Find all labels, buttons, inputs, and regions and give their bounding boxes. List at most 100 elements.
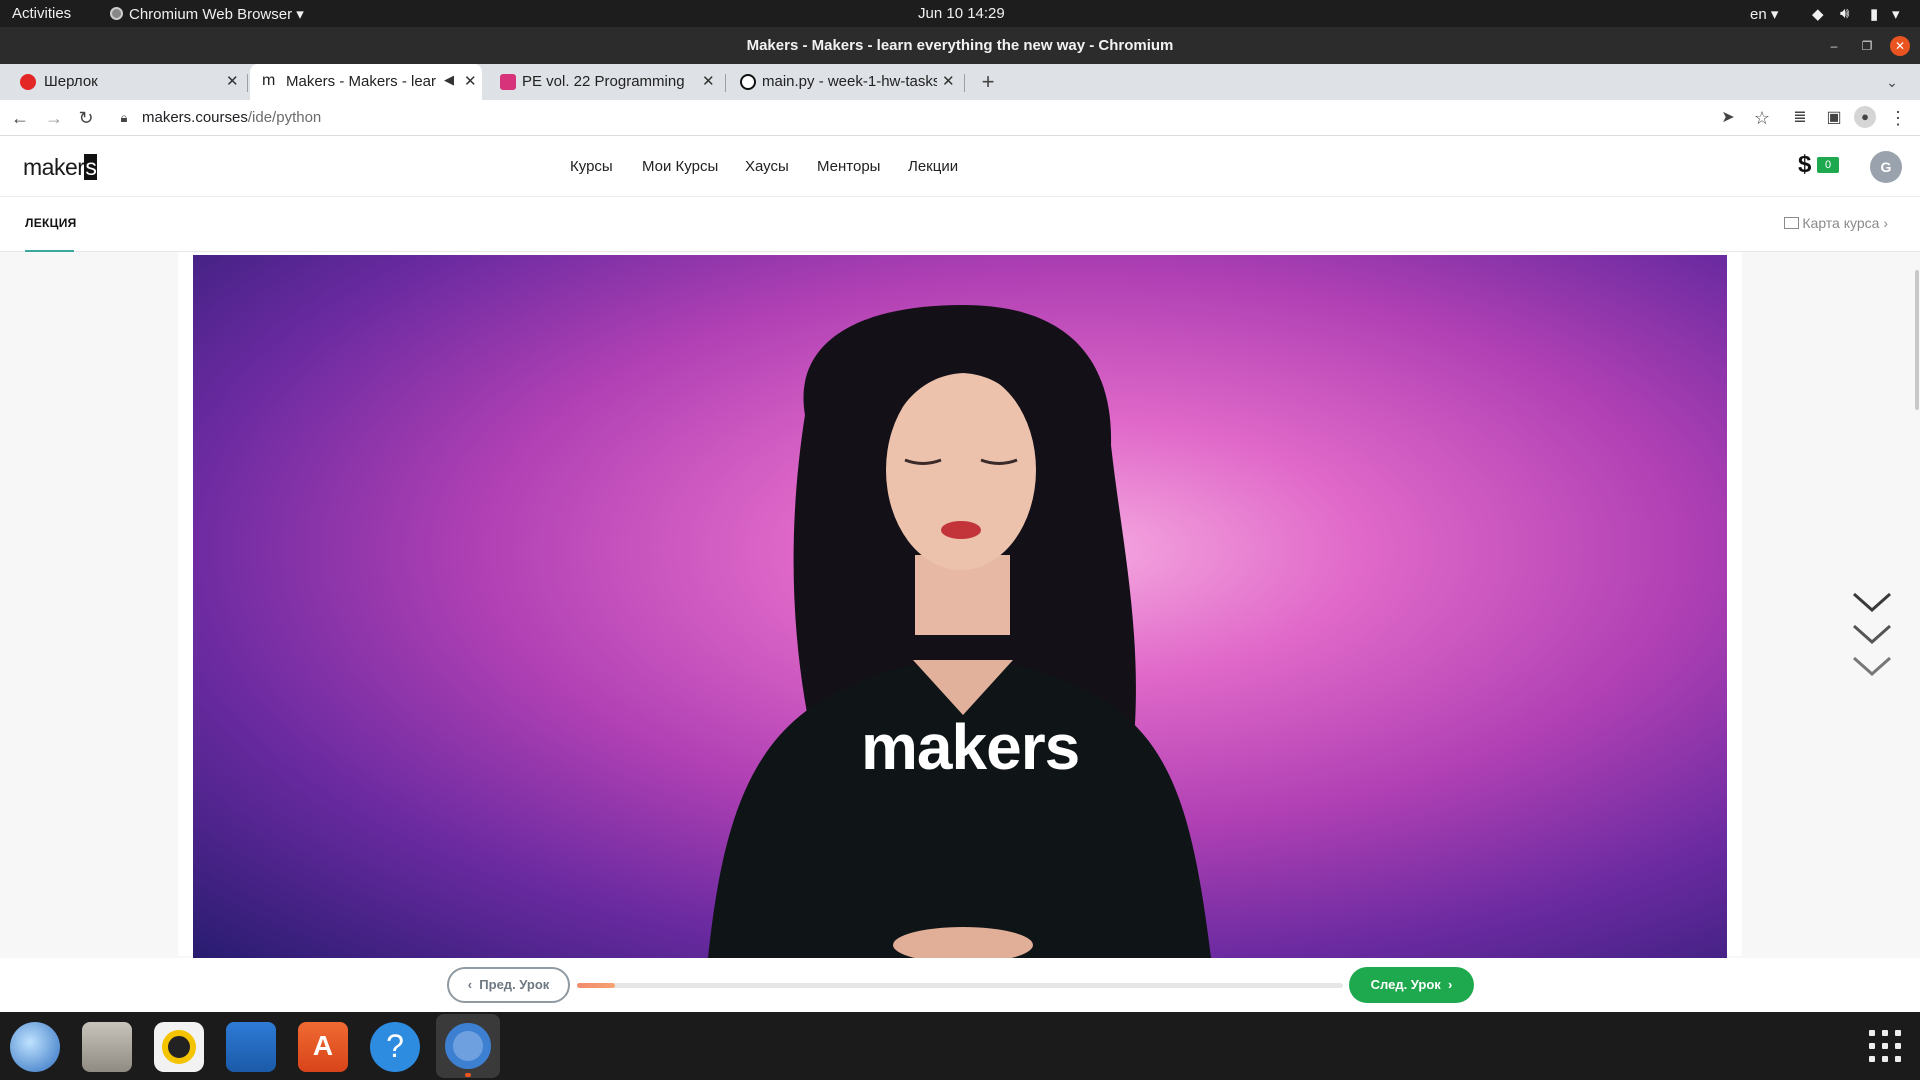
close-window-icon[interactable]: ✕ xyxy=(1890,36,1910,56)
reload-icon[interactable]: ↻ xyxy=(74,106,98,130)
software-letter-icon: A xyxy=(312,1030,334,1061)
clock[interactable]: Jun 10 14:29 xyxy=(918,5,1005,22)
next-lesson-button[interactable]: След. Урок › xyxy=(1349,967,1474,1003)
forward-icon[interactable]: → xyxy=(42,106,66,130)
side-panel-icon[interactable]: ▣ xyxy=(1822,106,1846,130)
window-title: Makers - Makers - learn everything the n… xyxy=(746,37,1174,54)
tab-label: PE vol. 22 Programming xyxy=(522,73,685,90)
makers-logo[interactable]: makers xyxy=(23,154,98,181)
chevron-right-icon: › xyxy=(1448,977,1453,992)
help-icon[interactable]: ? xyxy=(370,1022,420,1072)
lesson-subheader: ЛЕКЦИЯ Карта курса › xyxy=(0,198,1920,252)
writer-icon[interactable] xyxy=(226,1022,276,1072)
tab-search-chevron-icon[interactable]: ⌄ xyxy=(1880,70,1904,94)
kebab-menu-icon[interactable]: ⋮ xyxy=(1886,106,1910,130)
chevron-down-icon: ▾ xyxy=(1770,6,1779,23)
back-icon[interactable]: ← xyxy=(8,106,32,130)
user-avatar[interactable]: G xyxy=(1870,151,1902,183)
chevron-down-icon[interactable]: ▾ xyxy=(1892,5,1900,23)
tab-separator xyxy=(725,74,726,92)
close-tab-icon[interactable]: ✕ xyxy=(702,72,715,90)
lock-icon[interactable]: 🔒︎ xyxy=(112,106,136,130)
nav-lectures[interactable]: Лекции xyxy=(908,158,958,175)
rhythmbox-disc xyxy=(162,1030,196,1064)
lesson-progress-fill xyxy=(577,983,616,988)
address-path: /ide/python xyxy=(247,109,322,126)
next-lesson-label: След. Урок xyxy=(1370,977,1441,992)
chromium-small-icon xyxy=(110,7,123,20)
triple-chevron-down-icon xyxy=(1853,592,1891,677)
close-tab-icon[interactable]: ✕ xyxy=(942,72,955,90)
tab-separator xyxy=(964,74,965,92)
logo-text: maker xyxy=(23,154,85,180)
ubuntu-dock: A ? xyxy=(0,1012,1920,1080)
address-bar[interactable]: makers.courses/ide/python xyxy=(142,104,321,132)
wifi-icon[interactable]: ◆ xyxy=(1812,5,1824,23)
scroll-down-indicator[interactable] xyxy=(1852,590,1892,680)
course-map-link[interactable]: Карта курса › xyxy=(1784,215,1888,231)
tab-label: Шерлок xyxy=(44,73,98,90)
window-title-bar: Makers - Makers - learn everything the n… xyxy=(0,27,1920,64)
nav-courses[interactable]: Курсы xyxy=(570,158,613,175)
close-tab-icon[interactable]: ✕ xyxy=(226,72,239,90)
send-icon[interactable]: ➤ xyxy=(1716,106,1740,130)
address-host: makers.courses xyxy=(142,109,248,126)
lesson-progress-bar xyxy=(577,983,1343,988)
audio-playing-icon[interactable]: ◀︎ xyxy=(444,72,454,88)
software-icon[interactable]: A xyxy=(298,1022,348,1072)
logo-last-letter: s xyxy=(84,154,98,180)
github-favicon-icon xyxy=(740,74,756,90)
course-map-label: Карта курса xyxy=(1802,215,1880,231)
battery-icon[interactable]: ▮ xyxy=(1870,5,1878,23)
chevron-left-icon: ‹ xyxy=(467,977,473,992)
nav-my-courses[interactable]: Мои Курсы xyxy=(642,158,718,175)
system-top-bar: Activities Chromium Web Browser ▾ Jun 10… xyxy=(0,0,1920,27)
thunderbird-icon[interactable] xyxy=(10,1022,60,1072)
chromium-dock-slot[interactable] xyxy=(436,1014,500,1078)
tab-main-py[interactable]: main.py - week-1-hw-tasks ✕ xyxy=(728,64,960,100)
classroom-favicon-icon xyxy=(500,74,516,90)
language-indicator[interactable]: en ▾ xyxy=(1750,5,1778,23)
presenter-figure xyxy=(708,305,1211,958)
balance-badge: 0 xyxy=(1817,157,1839,173)
close-tab-icon[interactable]: ✕ xyxy=(464,72,477,90)
tab-lecture[interactable]: ЛЕКЦИЯ xyxy=(25,216,77,230)
running-indicator xyxy=(465,1073,471,1077)
activities-button[interactable]: Activities xyxy=(12,5,71,22)
rhythmbox-icon[interactable] xyxy=(154,1022,204,1072)
nav-mentors[interactable]: Менторы xyxy=(817,158,880,175)
minimize-icon[interactable]: – xyxy=(1824,36,1844,56)
new-tab-icon[interactable]: + xyxy=(976,70,1000,94)
files-icon[interactable] xyxy=(82,1022,132,1072)
reading-list-icon[interactable]: ≣ xyxy=(1788,106,1812,130)
lecture-video[interactable]: makers xyxy=(193,255,1727,958)
lesson-navigation: ‹ Пред. Урок След. Урок › xyxy=(0,958,1920,1012)
chevron-right-icon: › xyxy=(1883,215,1888,231)
chevron-down-icon: ▾ xyxy=(296,6,304,23)
tab-strip: Шерлок ✕ m Makers - Makers - learn ◀︎ ✕ … xyxy=(0,64,1920,100)
makers-favicon-icon: m xyxy=(262,73,278,90)
site-header: makers Курсы Мои Курсы Хаусы Менторы Лек… xyxy=(0,137,1920,197)
prev-lesson-button[interactable]: ‹ Пред. Урок xyxy=(447,967,570,1003)
dollar-icon[interactable]: $ xyxy=(1798,151,1811,179)
prev-lesson-label: Пред. Урок xyxy=(479,977,550,992)
bookmark-star-icon[interactable]: ☆ xyxy=(1750,106,1774,130)
page-scrollbar[interactable] xyxy=(1915,270,1919,410)
app-menu[interactable]: Chromium Web Browser ▾ xyxy=(110,5,304,23)
tab-label: main.py - week-1-hw-tasks xyxy=(762,73,937,90)
youtube-favicon-icon xyxy=(20,74,36,90)
tab-label: Makers - Makers - learn xyxy=(286,73,436,90)
video-shirt-text: makers xyxy=(861,711,1080,783)
browser-toolbar: ← → ↻ 🔒︎ makers.courses/ide/python ➤ ☆ ≣… xyxy=(0,100,1920,136)
language-label: en xyxy=(1750,6,1767,23)
tab-makers[interactable]: m Makers - Makers - learn ◀︎ ✕ xyxy=(250,64,482,100)
restore-icon[interactable]: ❐ xyxy=(1857,36,1877,56)
profile-icon[interactable]: ● xyxy=(1854,106,1876,128)
volume-icon[interactable]: 🔊︎ xyxy=(1840,5,1849,22)
tab-pe-programming[interactable]: PE vol. 22 Programming ✕ xyxy=(488,64,720,100)
tab-sherlock[interactable]: Шерлок ✕ xyxy=(8,64,246,100)
chromium-icon xyxy=(445,1023,491,1069)
nav-houses[interactable]: Хаусы xyxy=(745,158,789,175)
show-applications-icon[interactable] xyxy=(1869,1030,1901,1062)
map-icon xyxy=(1784,217,1800,229)
